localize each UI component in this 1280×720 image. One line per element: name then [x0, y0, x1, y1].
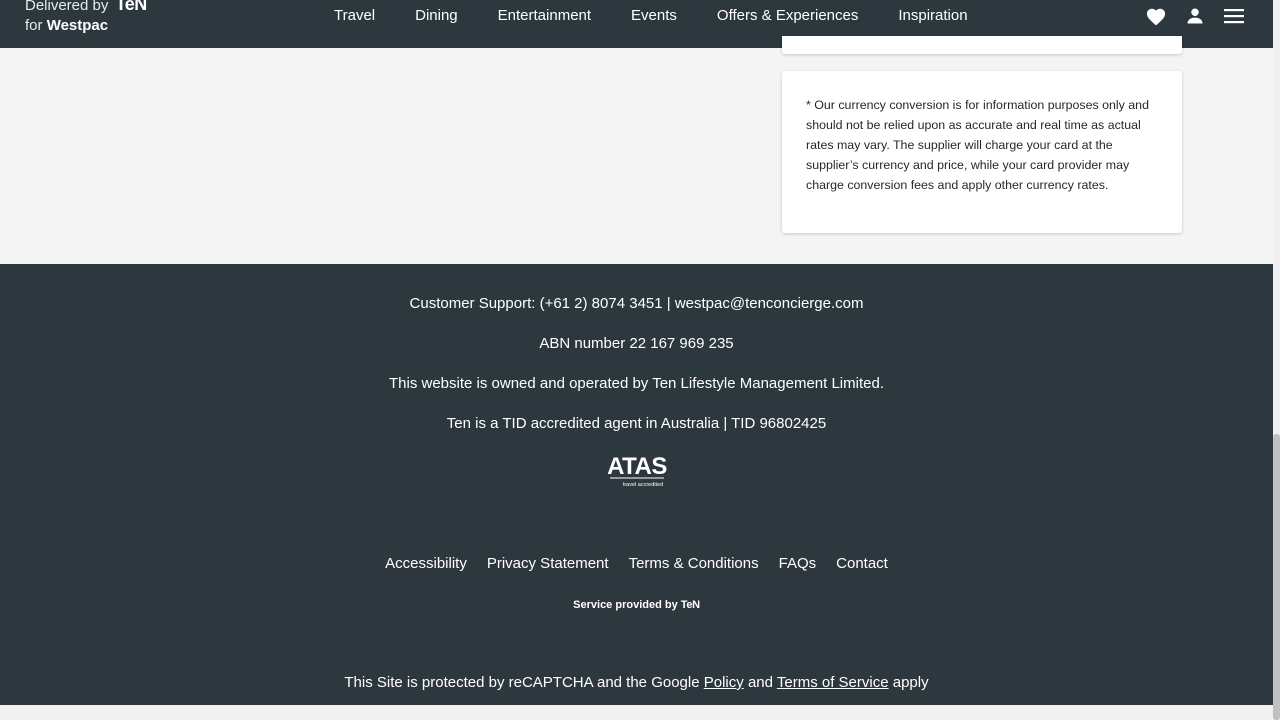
atas-logo-subtext: travel accredited — [623, 482, 663, 488]
google-terms-link[interactable]: Terms of Service — [777, 674, 889, 691]
recaptcha-text-pre: This Site is protected by reCAPTCHA and … — [344, 674, 700, 691]
brand-line-for: for Westpac — [25, 16, 147, 36]
recaptcha-text-and: and — [747, 674, 773, 691]
brand-delivered-text: Delivered by — [25, 0, 109, 14]
page-bottom-strip — [0, 705, 1273, 720]
atas-logo: ATAS travel accredited — [607, 453, 667, 488]
brand-line-delivered: Delivered by TeN — [25, 0, 147, 16]
brand-for-text: for — [25, 17, 43, 34]
customer-support: Customer Support: (+61 2) 8074 3451 | we… — [409, 295, 864, 312]
link-faqs[interactable]: FAQs — [779, 554, 817, 574]
ten-logo: TeN — [115, 0, 148, 14]
service-provided-by: Service provided by TeN — [0, 597, 1273, 613]
currency-note-card: * Our currency conversion is for informa… — [782, 71, 1182, 233]
header-actions — [1129, 4, 1246, 28]
nav-events[interactable]: Events — [631, 6, 677, 26]
nav-inspiration[interactable]: Inspiration — [898, 6, 967, 26]
ten-small-logo: TeN — [680, 599, 700, 611]
link-contact[interactable]: Contact — [836, 554, 888, 574]
atas-logo-text: ATAS — [607, 453, 667, 480]
service-prefix: Service provided by — [573, 599, 678, 611]
nav-dining[interactable]: Dining — [415, 6, 458, 26]
footer-links: Accessibility Privacy Statement Terms & … — [0, 554, 1273, 574]
link-privacy-statement[interactable]: Privacy Statement — [487, 554, 609, 574]
abn-number: ABN number 22 167 969 235 — [539, 335, 734, 352]
brand-logo[interactable]: Delivered by TeN for Westpac — [25, 0, 147, 36]
link-terms-conditions[interactable]: Terms & Conditions — [629, 554, 759, 574]
nav-travel[interactable]: Travel — [334, 6, 375, 26]
main-nav: Travel Dining Entertainment Events Offer… — [334, 6, 968, 26]
currency-disclaimer: * Our currency conversion is for informa… — [806, 98, 1149, 192]
previous-card-bottom — [782, 36, 1182, 54]
recaptcha-notice: This Site is protected by reCAPTCHA and … — [0, 673, 1273, 693]
nav-entertainment[interactable]: Entertainment — [498, 6, 591, 26]
tid-statement: Ten is a TID accredited agent in Austral… — [446, 415, 827, 432]
menu-icon[interactable] — [1222, 4, 1246, 28]
heart-icon[interactable] — [1144, 4, 1168, 28]
user-icon[interactable] — [1183, 4, 1207, 28]
ownership-statement: This website is owned and operated by Te… — [388, 375, 884, 392]
brand-bank-name: Westpac — [46, 17, 109, 34]
scrollbar-thumb[interactable] — [1273, 434, 1280, 720]
link-accessibility[interactable]: Accessibility — [385, 554, 467, 574]
recaptcha-text-post: apply — [892, 674, 929, 691]
google-policy-link[interactable]: Policy — [704, 674, 744, 691]
site-footer: Customer Support: (+61 2) 8074 3451 | we… — [0, 264, 1273, 705]
nav-offers-experiences[interactable]: Offers & Experiences — [717, 6, 858, 26]
